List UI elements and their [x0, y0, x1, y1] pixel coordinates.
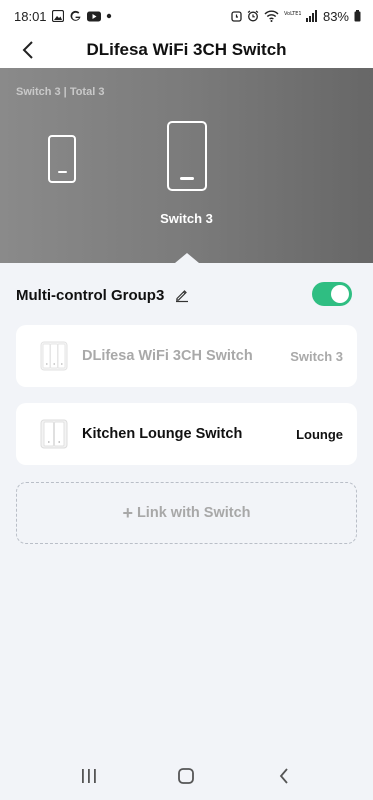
youtube-icon	[86, 11, 101, 22]
signal-icon	[305, 10, 318, 22]
group-header: Multi-control Group3	[16, 282, 357, 308]
alarm-icon	[231, 10, 242, 22]
back-button[interactable]	[14, 36, 42, 64]
switch-indicator	[180, 177, 194, 180]
device-switch-tag: Lounge	[296, 426, 343, 442]
link-with-switch-button[interactable]: + Link with Switch	[16, 482, 357, 544]
volte-icon: VoLTE1	[284, 10, 301, 22]
switch-device-icon	[40, 419, 68, 449]
wifi-icon	[264, 10, 279, 22]
group-title: Multi-control Group3	[16, 286, 165, 304]
status-bar: 18:01 VoLTE1 83%	[0, 0, 373, 32]
device-name: Kitchen Lounge Switch	[82, 426, 243, 442]
switch-device-icon	[40, 341, 68, 371]
nav-back-icon	[279, 768, 288, 784]
device-switch-tag: Switch 3	[290, 348, 343, 364]
battery-percent: 83%	[322, 8, 349, 24]
google-icon	[69, 10, 82, 23]
switch-selector-panel: Switch 3 | Total 3 Switch 3	[0, 68, 373, 263]
gallery-icon	[51, 10, 64, 22]
dot-icon	[106, 13, 112, 19]
app-header: DLifesa WiFi 3CH Switch	[0, 32, 373, 68]
device-name: DLifesa WiFi 3CH Switch	[82, 348, 253, 364]
system-nav-bar	[0, 752, 373, 800]
switch-thumbnail[interactable]	[48, 135, 76, 183]
switch-count-caption: Switch 3 | Total 3	[16, 86, 105, 98]
device-card[interactable]: Kitchen Lounge Switch Lounge	[16, 403, 357, 465]
page-title: DLifesa WiFi 3CH Switch	[86, 40, 287, 59]
home-button[interactable]	[166, 756, 206, 796]
battery-icon	[354, 10, 361, 22]
status-right: VoLTE1 83%	[231, 9, 361, 24]
nav-back-button[interactable]	[264, 756, 304, 796]
alarm-clock-icon	[247, 10, 259, 22]
status-left: 18:01	[14, 9, 112, 24]
recent-apps-icon	[81, 769, 96, 783]
status-time: 18:01	[14, 8, 47, 24]
selection-pointer	[175, 253, 199, 263]
selected-switch-label: Switch 3	[160, 211, 213, 226]
group-enable-toggle[interactable]	[312, 282, 352, 306]
home-icon	[178, 768, 195, 784]
edit-icon[interactable]	[174, 287, 190, 303]
switch-indicator	[58, 171, 67, 173]
device-card[interactable]: DLifesa WiFi 3CH Switch Switch 3	[16, 325, 357, 387]
recent-apps-button[interactable]	[69, 756, 109, 796]
svg-text:VoLTE1: VoLTE1	[284, 11, 301, 17]
plus-icon: +	[122, 503, 133, 523]
back-arrow-icon	[22, 41, 33, 59]
selected-switch-thumbnail[interactable]	[167, 121, 207, 191]
link-with-switch-label: Link with Switch	[136, 505, 251, 521]
toggle-knob	[331, 285, 349, 303]
